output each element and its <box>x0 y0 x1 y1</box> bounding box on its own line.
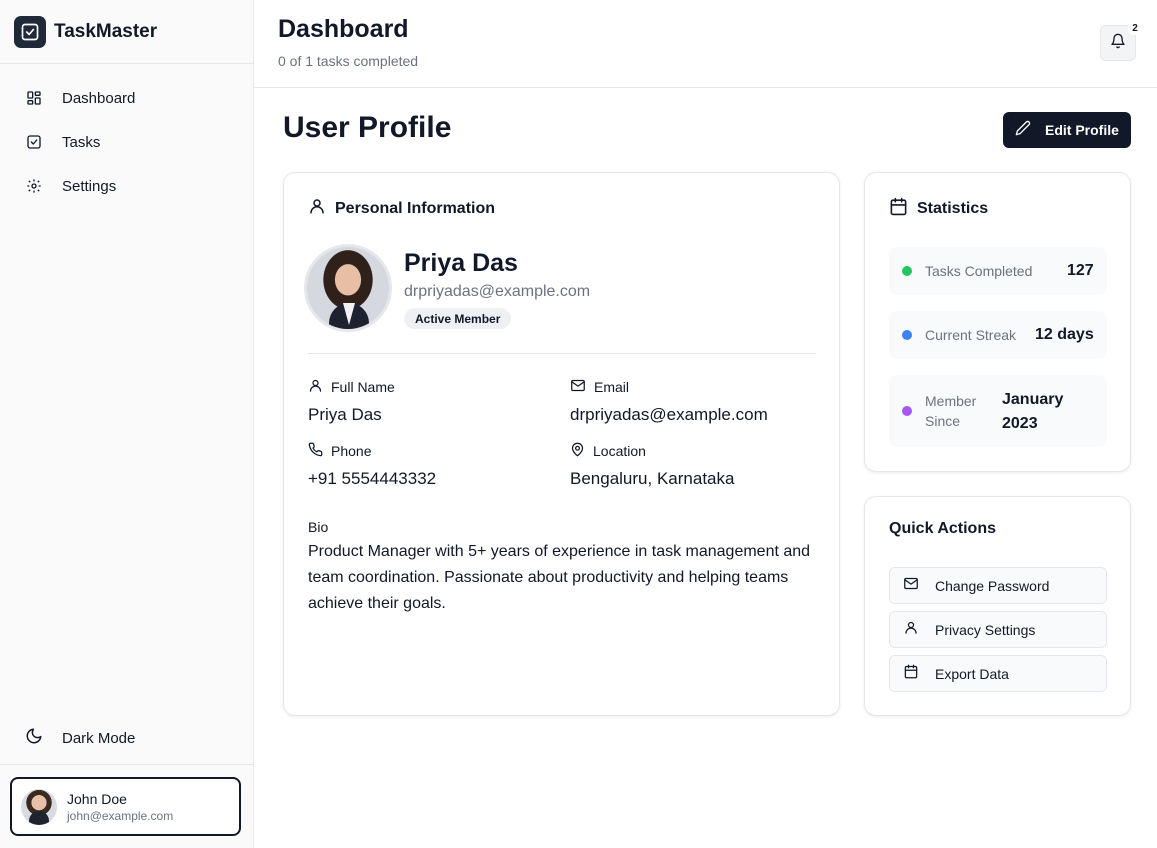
field-label-text: Full Name <box>331 379 395 395</box>
stat-dot <box>902 406 912 416</box>
location-value: Bengaluru, Karnataka <box>570 469 735 488</box>
section-title: Quick Actions <box>889 520 996 537</box>
stat-member-since: Member Since January 2023 <box>889 375 1107 447</box>
stat-label: Tasks Completed <box>925 263 1033 279</box>
stat-value: 127 <box>1067 262 1094 279</box>
user-icon <box>308 197 326 220</box>
taskmaster-logo-icon <box>14 15 46 48</box>
dark-mode-label: Dark Mode <box>62 729 136 747</box>
sidebar-nav: Dashboard Tasks Settings <box>0 64 253 208</box>
personal-information-card: Personal Information Priya Das drpriyada… <box>283 172 840 716</box>
bio-label: Bio <box>308 519 329 535</box>
email-value: drpriyadas@example.com <box>570 405 768 424</box>
phone-label: Phone <box>308 442 371 460</box>
bell-icon <box>1110 33 1126 54</box>
dark-mode-toggle[interactable]: Dark Mode <box>0 716 253 760</box>
quick-actions-header: Quick Actions <box>889 520 996 538</box>
stat-dot <box>902 266 912 276</box>
statistics-header: Statistics <box>889 197 988 221</box>
sidebar-item-settings[interactable]: Settings <box>0 164 253 208</box>
avatar <box>21 788 57 825</box>
stat-tasks-completed: Tasks Completed 127 <box>889 247 1107 295</box>
calendar-icon <box>903 664 919 684</box>
header-title: Dashboard <box>278 15 409 43</box>
stat-current-streak: Current Streak 12 days <box>889 311 1107 359</box>
quick-action-label: Export Data <box>935 665 1009 682</box>
brand: TaskMaster <box>0 0 253 64</box>
app-name: TaskMaster <box>54 20 158 42</box>
sidebar-item-label: Dashboard <box>62 89 136 107</box>
task-progress-text: 0 of 1 tasks completed <box>278 53 419 69</box>
profile-name: Priya Das <box>404 249 518 277</box>
section-title: Personal Information <box>335 199 496 217</box>
mail-icon <box>570 378 586 396</box>
stat-value: 12 days <box>1035 326 1094 343</box>
profile-avatar <box>304 244 392 332</box>
calendar-icon <box>889 197 908 221</box>
phone-icon <box>308 442 323 460</box>
sidebar-item-label: Settings <box>62 177 117 195</box>
personal-information-header: Personal Information <box>308 197 495 220</box>
change-password-button[interactable]: Change Password <box>889 567 1107 604</box>
quick-action-label: Privacy Settings <box>935 621 1036 638</box>
field-label-text: Phone <box>331 443 372 459</box>
field-label-text: Location <box>593 443 646 459</box>
user-icon <box>903 620 919 640</box>
notification-count-badge: 2 <box>1128 21 1142 35</box>
edit-profile-button[interactable]: Edit Profile <box>1003 112 1131 148</box>
full-name-label: Full Name <box>308 378 395 396</box>
sidebar-divider <box>0 764 253 765</box>
top-header: Dashboard 0 of 1 tasks completed 2 <box>254 0 1157 88</box>
edit-profile-label: Edit Profile <box>1045 122 1119 138</box>
export-data-button[interactable]: Export Data <box>889 655 1107 692</box>
divider <box>308 353 816 354</box>
sidebar-item-label: Tasks <box>62 133 101 151</box>
sidebar: TaskMaster Dashboard Tasks Settings Dark… <box>0 0 254 848</box>
user-card[interactable]: John Doe john@example.com <box>10 777 241 836</box>
bio-text: Product Manager with 5+ years of experie… <box>308 543 811 612</box>
field-label-text: Email <box>594 379 630 395</box>
user-email: john@example.com <box>67 808 174 823</box>
privacy-settings-button[interactable]: Privacy Settings <box>889 611 1107 648</box>
sidebar-item-dashboard[interactable]: Dashboard <box>0 76 253 120</box>
notifications-button[interactable]: 2 <box>1100 21 1142 61</box>
gear-icon <box>25 177 43 195</box>
page-title: User Profile <box>283 111 452 144</box>
quick-action-label: Change Password <box>935 577 1050 594</box>
user-name: John Doe <box>67 790 127 807</box>
email-label: Email <box>570 378 629 396</box>
quick-actions-card: Quick Actions Change Password Privacy Se… <box>864 496 1131 716</box>
phone-value: +91 5554443332 <box>308 469 437 488</box>
pencil-icon <box>1015 120 1031 141</box>
stat-label: Current Streak <box>925 327 1017 343</box>
map-pin-icon <box>570 442 585 460</box>
full-name-value: Priya Das <box>308 405 382 424</box>
dashboard-grid-icon <box>25 89 43 107</box>
checkbox-icon <box>25 133 43 151</box>
stat-label: Member Since <box>925 393 977 429</box>
profile-email: drpriyadas@example.com <box>404 283 591 300</box>
stat-dot <box>902 330 912 340</box>
sidebar-item-tasks[interactable]: Tasks <box>0 120 253 164</box>
location-label: Location <box>570 442 646 460</box>
section-title: Statistics <box>917 200 989 217</box>
moon-icon <box>25 727 43 750</box>
statistics-card: Statistics Tasks Completed 127 Current S… <box>864 172 1131 472</box>
user-icon <box>308 378 323 396</box>
mail-icon <box>903 576 919 596</box>
status-badge: Active Member <box>404 308 512 329</box>
stat-value: January 2023 <box>1002 391 1064 432</box>
